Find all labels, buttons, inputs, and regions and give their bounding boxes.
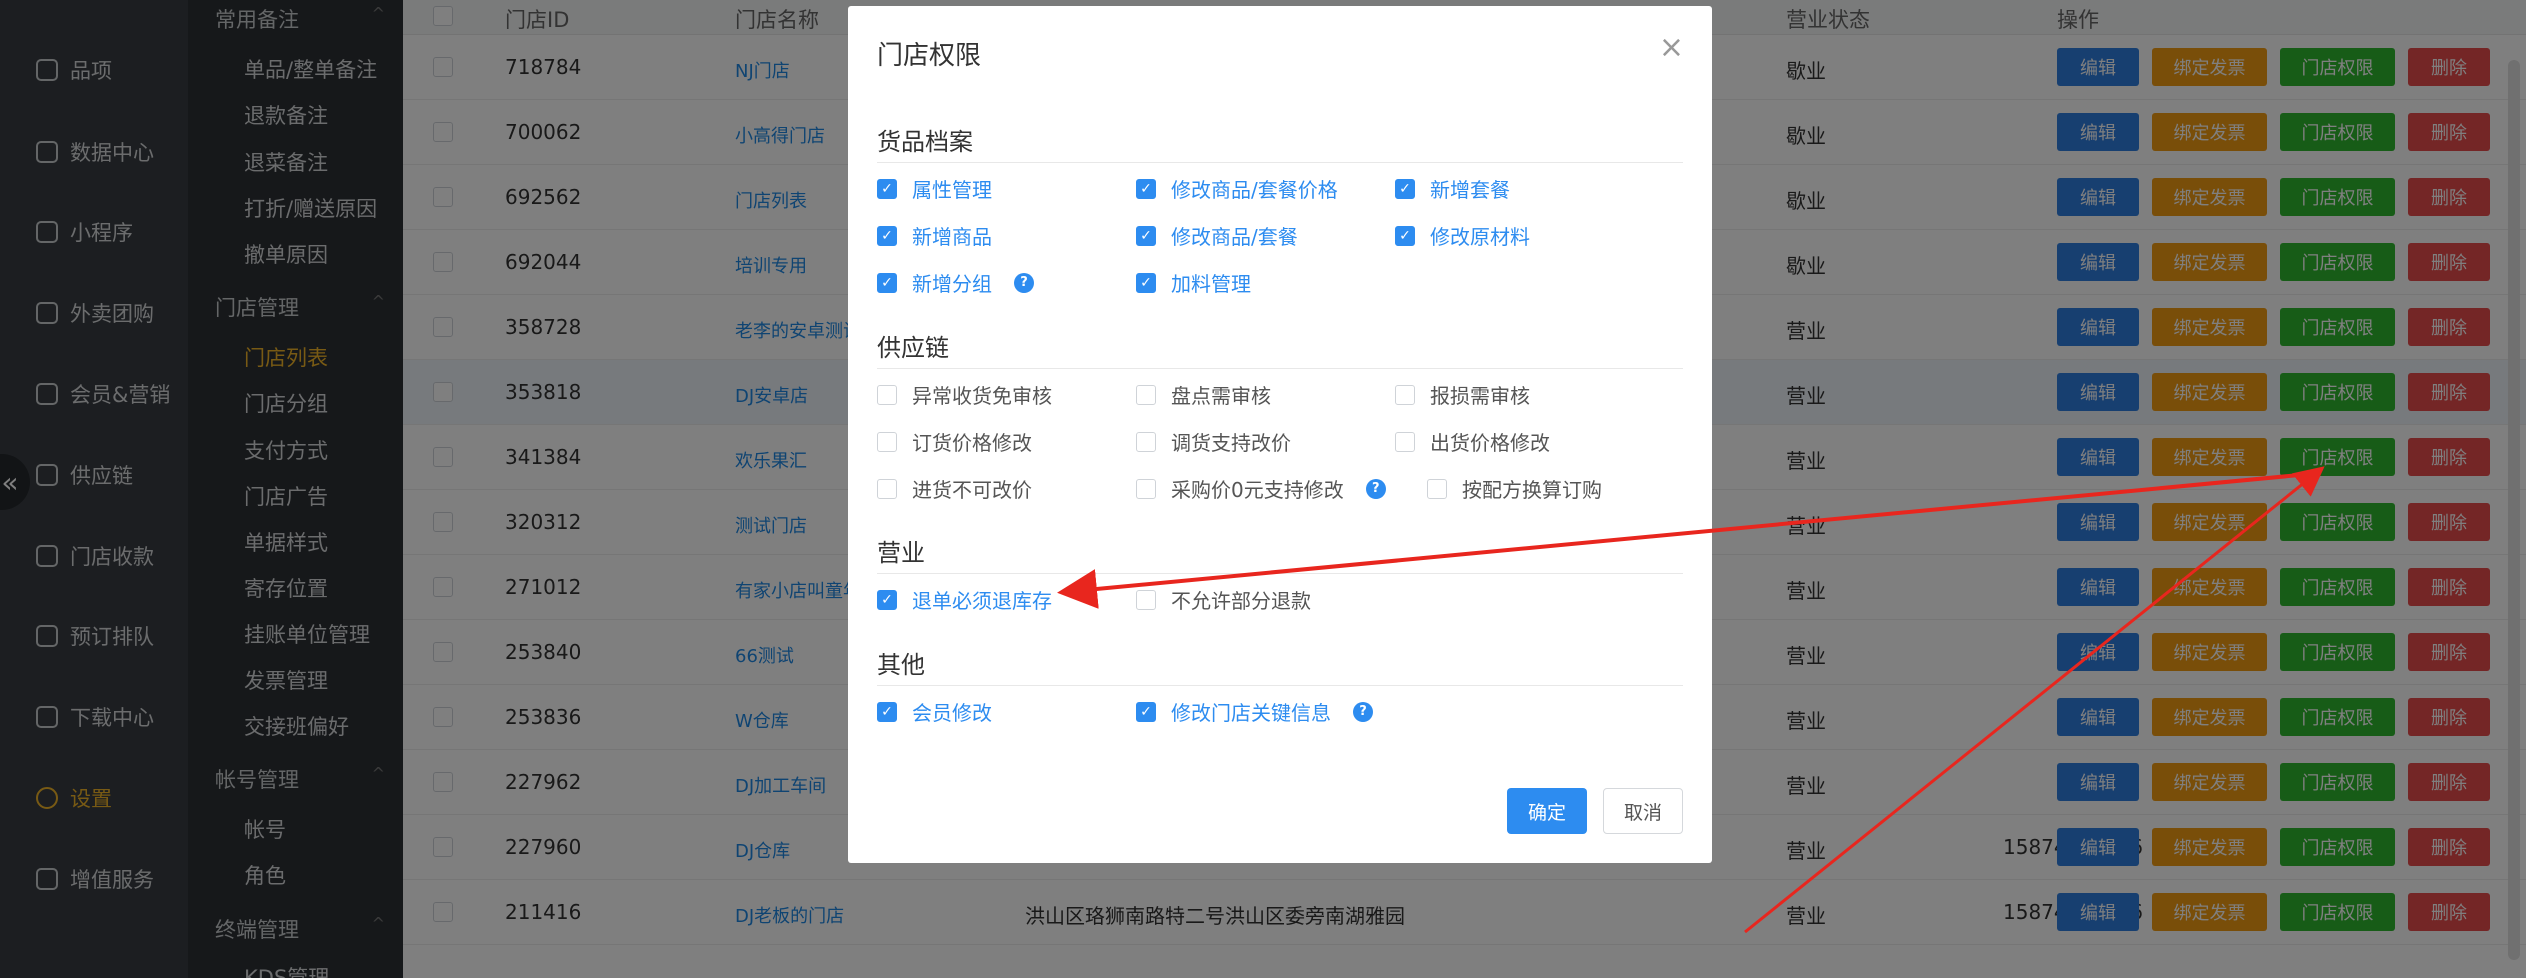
divider xyxy=(877,573,1683,574)
option-add-combo[interactable]: ✓ 新增套餐 xyxy=(1395,174,1510,203)
help-icon[interactable]: ? xyxy=(1353,701,1373,722)
close-icon[interactable]: × xyxy=(1659,30,1684,65)
checkbox[interactable]: ✓ xyxy=(877,178,897,199)
checkbox[interactable]: ✓ xyxy=(877,272,897,293)
divider xyxy=(877,368,1683,369)
option-outbound-price[interactable]: 出货价格修改 xyxy=(1395,427,1550,456)
option-add-group[interactable]: ✓ 新增分组? xyxy=(877,268,1034,297)
section-supply-title: 供应链 xyxy=(877,334,949,362)
cancel-button[interactable]: 取消 xyxy=(1603,788,1683,834)
option-attr-mgmt[interactable]: ✓ 属性管理 xyxy=(877,174,992,203)
checkbox[interactable]: ✓ xyxy=(877,225,897,246)
checkbox[interactable]: ✓ xyxy=(1136,272,1156,293)
checkbox[interactable] xyxy=(877,384,897,405)
option-member-edit[interactable]: ✓ 会员修改 xyxy=(877,697,992,726)
section-other-title: 其他 xyxy=(877,651,925,679)
help-icon[interactable]: ? xyxy=(1014,272,1034,293)
option-modify-material[interactable]: ✓ 修改原材料 xyxy=(1395,221,1530,250)
dialog-title: 门店权限 xyxy=(877,41,982,71)
checkbox[interactable] xyxy=(877,478,897,499)
checkbox[interactable]: ✓ xyxy=(1395,178,1415,199)
checkbox[interactable] xyxy=(1427,478,1447,499)
checkbox[interactable]: ✓ xyxy=(877,589,897,610)
checkbox[interactable]: ✓ xyxy=(1136,178,1156,199)
option-zero-price-edit[interactable]: 采购价0元支持修改? xyxy=(1136,474,1386,503)
option-topping-mgmt[interactable]: ✓ 加料管理 xyxy=(1136,268,1251,297)
option-refund-stock[interactable]: ✓ 退单必须退库存 xyxy=(877,585,1052,614)
divider xyxy=(877,685,1683,686)
option-modify-price[interactable]: ✓ 修改商品/套餐价格 xyxy=(1136,174,1338,203)
checkbox[interactable] xyxy=(1136,589,1156,610)
checkbox[interactable] xyxy=(877,431,897,452)
help-icon[interactable]: ? xyxy=(1365,478,1386,499)
option-loss-review[interactable]: 报损需审核 xyxy=(1395,380,1530,409)
option-abnormal-receipt[interactable]: 异常收货免审核 xyxy=(877,380,1052,409)
option-purchase-no-price[interactable]: 进货不可改价 xyxy=(877,474,1032,503)
divider xyxy=(877,162,1683,163)
option-no-partial-refund[interactable]: 不允许部分退款 xyxy=(1136,585,1311,614)
section-goods-title: 货品档案 xyxy=(877,128,973,156)
checkbox[interactable] xyxy=(1395,384,1415,405)
option-recipe-order[interactable]: 按配方换算订购 xyxy=(1427,474,1602,503)
option-transfer-price[interactable]: 调货支持改价 xyxy=(1136,427,1291,456)
checkbox[interactable] xyxy=(1395,431,1415,452)
section-business-title: 营业 xyxy=(877,539,925,567)
checkbox[interactable] xyxy=(1136,384,1156,405)
confirm-button[interactable]: 确定 xyxy=(1507,788,1587,834)
store-permission-dialog: 门店权限 × 货品档案 ✓ 属性管理 ✓ 修改商品/套餐价格 ✓ 新增套餐 ✓ 新增商品… xyxy=(848,6,1712,863)
option-stocktake-review[interactable]: 盘点需审核 xyxy=(1136,380,1271,409)
option-order-price-edit[interactable]: 订货价格修改 xyxy=(877,427,1032,456)
checkbox[interactable] xyxy=(1136,431,1156,452)
checkbox[interactable]: ✓ xyxy=(1136,701,1156,722)
checkbox[interactable] xyxy=(1136,478,1156,499)
checkbox[interactable]: ✓ xyxy=(877,701,897,722)
option-modify-goods[interactable]: ✓ 修改商品/套餐 xyxy=(1136,221,1298,250)
checkbox[interactable]: ✓ xyxy=(1136,225,1156,246)
option-store-key-info[interactable]: ✓ 修改门店关键信息? xyxy=(1136,697,1373,726)
option-add-goods[interactable]: ✓ 新增商品 xyxy=(877,221,992,250)
checkbox[interactable]: ✓ xyxy=(1395,225,1415,246)
